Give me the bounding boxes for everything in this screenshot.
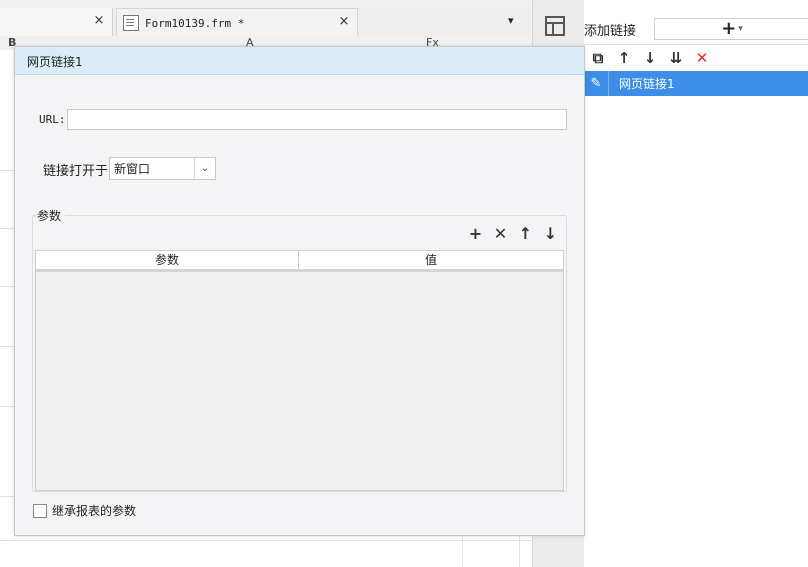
delete-icon[interactable]: ✕	[694, 50, 710, 66]
file-icon	[123, 15, 139, 31]
tab-form-file[interactable]: Form10139.frm * ×	[116, 8, 358, 37]
params-group: + ✕ ↑ ↓ 参数 值	[32, 215, 567, 492]
tab-list-dropdown-icon[interactable]: ▾	[508, 14, 522, 28]
tab-close-icon[interactable]: ×	[337, 15, 351, 29]
add-param-icon[interactable]: +	[468, 226, 483, 242]
move-down-icon[interactable]: ↓	[642, 50, 658, 66]
column-header-param[interactable]: 参数	[36, 251, 299, 269]
move-down-icon[interactable]: ↓	[543, 226, 558, 242]
url-input[interactable]	[67, 109, 567, 130]
link-list-item-label: 网页链接1	[619, 77, 675, 91]
copy-icon[interactable]: ⧉	[590, 50, 606, 66]
move-up-icon[interactable]: ↑	[518, 226, 533, 242]
open-in-label: 链接打开于	[43, 164, 109, 179]
inherit-params-row[interactable]: 继承报表的参数	[33, 502, 136, 519]
open-in-select-value: 新窗口	[114, 162, 151, 176]
column-header-value[interactable]: 值	[299, 251, 563, 269]
tab-title: Form10139.frm *	[145, 16, 245, 30]
hyperlink-panel: 添加链接 + ▾ ⧉ ↑ ↓ ⇊ ✕ ✎ 网页链接1	[584, 0, 808, 567]
tab-close-icon[interactable]: ×	[92, 14, 106, 28]
open-in-select[interactable]: 新窗口 ⌄	[109, 157, 216, 180]
add-link-button[interactable]: + ▾	[654, 18, 808, 40]
url-label: URL:	[39, 113, 66, 126]
delete-param-icon[interactable]: ✕	[493, 226, 508, 242]
link-toolbar: ⧉ ↑ ↓ ⇊ ✕	[590, 49, 710, 67]
layout-icon[interactable]	[545, 16, 565, 36]
dialog-header: 网页链接1	[15, 47, 584, 75]
pencil-icon: ✎	[584, 71, 609, 96]
sort-icon[interactable]: ⇊	[668, 50, 684, 66]
move-up-icon[interactable]: ↑	[616, 50, 632, 66]
add-link-label: 添加链接	[584, 24, 637, 39]
param-toolbar: + ✕ ↑ ↓	[468, 226, 558, 242]
params-group-title: 参数	[37, 207, 66, 224]
inherit-params-checkbox[interactable]	[33, 503, 47, 518]
param-table[interactable]: 参数 值	[35, 250, 564, 491]
tab-previous[interactable]: ×	[0, 8, 113, 36]
link-list-item[interactable]: ✎ 网页链接1	[584, 71, 808, 96]
chevron-down-icon: ▾	[738, 24, 743, 34]
editor-tab-bar: × Form10139.frm * ×	[0, 8, 532, 37]
chevron-down-icon[interactable]: ⌄	[194, 158, 215, 179]
dialog-title: 网页链接1	[27, 55, 83, 69]
web-link-dialog: 网页链接1 URL: 链接打开于 新窗口 ⌄ + ✕ ↑ ↓ 参数 值 参数 继…	[14, 46, 585, 536]
divider	[584, 44, 808, 45]
inherit-params-label: 继承报表的参数	[52, 504, 137, 518]
param-table-header: 参数 值	[36, 251, 563, 272]
plus-icon: +	[721, 18, 737, 39]
